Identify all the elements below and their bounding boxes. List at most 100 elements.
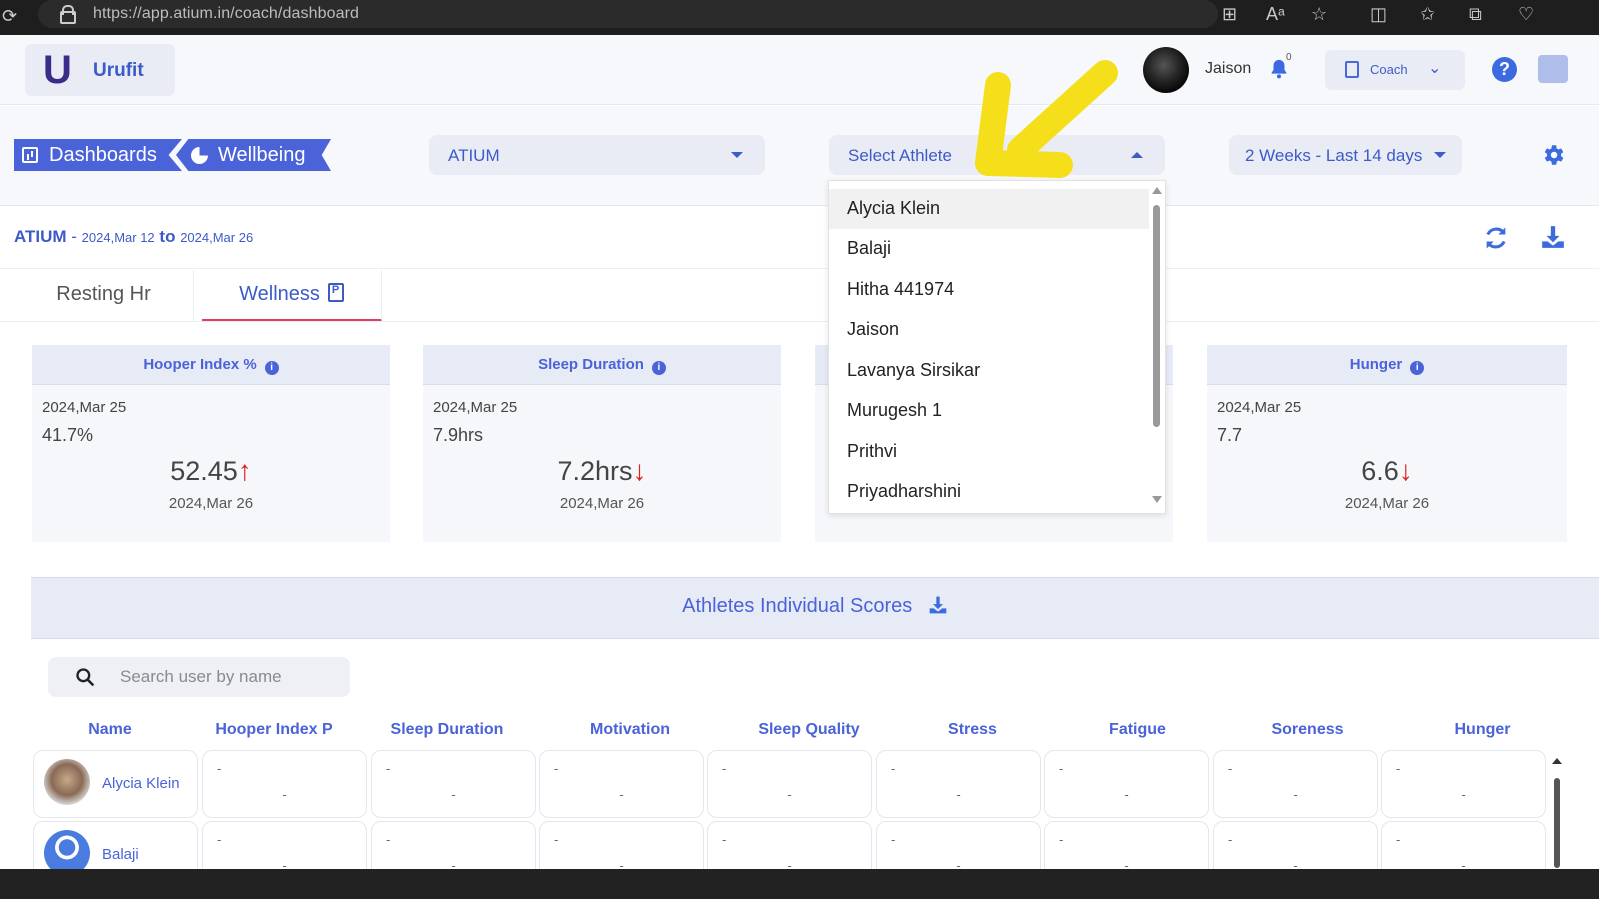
search-input[interactable] (120, 665, 340, 689)
reload-icon[interactable]: ⟳ (2, 6, 17, 27)
cell-value: - (386, 761, 391, 776)
table-row-name-cell[interactable]: Alycia Klein (33, 750, 198, 818)
column-header[interactable]: Name (60, 721, 160, 739)
split-screen-icon[interactable]: ◫ (1370, 4, 1387, 25)
browser-toolbar: ⟳ https://app.atium.in/coach/dashboard ⊞… (0, 0, 1599, 35)
lock-icon (60, 5, 76, 24)
column-header[interactable]: Motivation (540, 721, 720, 739)
metric-card-hooper-index: Hooper Index % i 2024,Mar 25 41.7% 52.45↑… (32, 345, 390, 542)
role-label: Coach (1370, 62, 1408, 77)
pdf-icon[interactable] (327, 283, 344, 302)
apps-icon[interactable]: ⊞ (1222, 4, 1237, 25)
help-icon[interactable]: ? (1492, 57, 1517, 82)
breadcrumb-dashboards-label: Dashboards (49, 144, 157, 166)
search-box[interactable] (48, 657, 350, 697)
column-header[interactable]: Hunger (1400, 721, 1565, 739)
current-value: 6.6↓ (1207, 455, 1567, 487)
caret-down-icon (1434, 152, 1446, 158)
scroll-up-icon[interactable] (1152, 187, 1162, 194)
breadcrumb-wellbeing[interactable]: Wellbeing (176, 139, 331, 171)
current-value: 7.2hrs↓ (423, 455, 781, 487)
organization-select[interactable]: ATIUM (429, 135, 765, 175)
athlete-option[interactable]: Prithvi (829, 432, 1149, 472)
taskbar (0, 869, 1599, 899)
cell-value: - (1124, 787, 1129, 802)
dropdown-scrollbar-thumb[interactable] (1153, 205, 1160, 427)
logo-mark-icon: U (43, 48, 72, 92)
athletes-scores-title: Athletes Individual Scores (682, 595, 913, 617)
current-value-text: 52.45 (170, 456, 238, 486)
cell-value: - (451, 787, 456, 802)
period-select[interactable]: 2 Weeks - Last 14 days (1229, 135, 1462, 175)
column-header[interactable]: Stress (890, 721, 1055, 739)
card-title-text: Sleep Duration (538, 356, 644, 373)
breadcrumb-dashboards[interactable]: Dashboards (14, 139, 182, 171)
cell-value: - (386, 832, 391, 847)
favorites-icon[interactable]: ✩ (1420, 4, 1435, 25)
column-header[interactable]: Sleep Quality (725, 721, 893, 739)
card-title: Sleep Duration i (423, 345, 781, 385)
athlete-option[interactable]: Balaji (829, 229, 1149, 269)
athlete-placeholder: Select Athlete (848, 146, 952, 165)
table-scrollbar[interactable] (1551, 756, 1563, 870)
refresh-icon[interactable] (1482, 224, 1510, 252)
url-text[interactable]: https://app.atium.in/coach/dashboard (93, 5, 359, 23)
cell-value: - (1059, 761, 1064, 776)
column-header[interactable]: Sleep Duration (371, 721, 523, 739)
card-title: Hooper Index % i (32, 345, 390, 385)
badge-icon (1345, 61, 1359, 78)
tab-resting-hr[interactable]: Resting Hr (14, 270, 194, 322)
read-aloud-icon[interactable]: Aᵃ (1266, 4, 1285, 25)
collections-icon[interactable]: ⧉ (1469, 4, 1482, 25)
athlete-option[interactable]: Priyadharshini (829, 472, 1149, 512)
arrow-down-icon: ↓ (632, 455, 647, 486)
chevron-down-icon: ⌄ (1428, 60, 1442, 77)
column-header[interactable]: Hooper Index P (201, 721, 347, 739)
metric-card-sleep-duration: Sleep Duration i 2024,Mar 25 7.9hrs 7.2hr… (423, 345, 781, 542)
user-name[interactable]: Jaison (1205, 60, 1251, 78)
divider (0, 321, 1599, 322)
cell-value: - (282, 787, 287, 802)
cell-value: - (217, 761, 222, 776)
athlete-name[interactable]: Alycia Klein (102, 775, 180, 792)
info-icon[interactable]: i (264, 361, 279, 375)
favorite-star-icon[interactable]: ☆ (1311, 4, 1327, 25)
athlete-name[interactable]: Balaji (102, 846, 139, 863)
cell-value: - (787, 787, 792, 802)
current-value: 52.45↑ (32, 455, 390, 487)
tab-wellness[interactable]: Wellness (202, 270, 382, 322)
search-icon (75, 667, 95, 687)
info-icon[interactable]: i (651, 361, 666, 375)
table-cell: -- (371, 750, 536, 818)
previous-value: 7.7 (1217, 425, 1243, 445)
column-header[interactable]: Fatigue (1055, 721, 1220, 739)
scroll-down-icon[interactable] (1152, 496, 1162, 503)
download-icon[interactable] (1540, 224, 1566, 250)
role-dropdown[interactable]: Coach ⌄ (1325, 50, 1465, 90)
download-icon[interactable] (928, 595, 948, 615)
pie-chart-icon (191, 147, 208, 164)
dashboard-icon (22, 147, 38, 163)
column-header[interactable]: Soreness (1225, 721, 1390, 739)
metric-card-hunger: Hunger i 2024,Mar 25 7.7 6.6↓ 2024,Mar 26 (1207, 345, 1567, 542)
calendar-icon[interactable] (1538, 55, 1568, 83)
table-cell: -- (876, 750, 1041, 818)
cell-value: - (891, 761, 896, 776)
info-icon[interactable]: i (1410, 361, 1425, 375)
card-title-text: Hunger (1349, 356, 1403, 373)
cell-value: - (1396, 832, 1401, 847)
app-logo[interactable]: U Urufit (25, 44, 175, 96)
cell-value: - (722, 761, 727, 776)
avatar (44, 759, 90, 805)
athlete-option[interactable]: Jaison (829, 310, 1149, 350)
organization-value: ATIUM (448, 146, 500, 165)
athlete-option[interactable]: Hitha 441974 (829, 270, 1149, 310)
browser-essentials-icon[interactable]: ♡ (1518, 4, 1534, 25)
previous-date: 2024,Mar 25 (42, 399, 127, 416)
athlete-option[interactable]: Murugesh 1 (829, 391, 1149, 431)
gear-icon[interactable] (1540, 142, 1566, 168)
current-value-text: 7.2hrs (557, 456, 633, 486)
athlete-option[interactable]: Lavanya Sirsikar (829, 351, 1149, 391)
user-avatar[interactable] (1143, 47, 1189, 93)
athlete-option[interactable]: Alycia Klein (829, 189, 1149, 229)
